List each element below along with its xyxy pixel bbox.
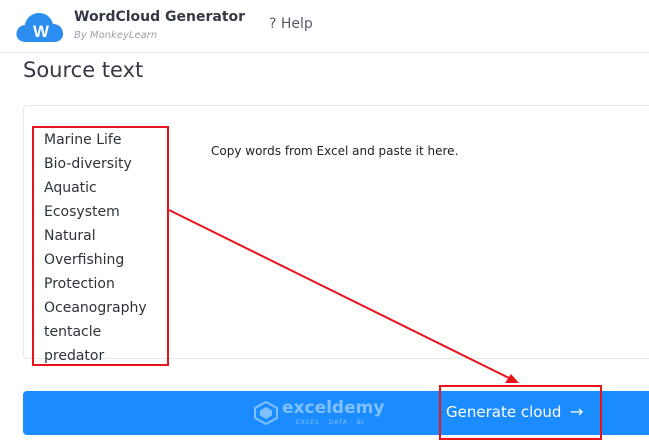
exceldemy-watermark: exceldemy EXCEL · DATA · BI — [254, 397, 398, 431]
section-title: Source text — [23, 58, 144, 82]
watermark-tagline: EXCEL · DATA · BI — [296, 419, 365, 426]
cloud-icon[interactable]: W — [14, 10, 64, 44]
exceldemy-logo-icon — [254, 401, 278, 425]
wordcloud-page: W WordCloud Generator By MonkeyLearn ? H… — [0, 0, 649, 446]
paste-instruction: Copy words from Excel and paste it here. — [211, 144, 459, 158]
help-link[interactable]: ? Help — [269, 16, 313, 32]
app-name: WordCloud Generator — [74, 9, 246, 25]
app-byline: By MonkeyLearn — [74, 30, 158, 41]
generate-button-highlight — [439, 385, 602, 440]
watermark-name: exceldemy — [282, 398, 385, 418]
logo-letter: W — [33, 22, 50, 41]
app-header: W WordCloud Generator By MonkeyLearn ? H… — [0, 0, 649, 53]
word-list-highlight — [32, 126, 169, 366]
